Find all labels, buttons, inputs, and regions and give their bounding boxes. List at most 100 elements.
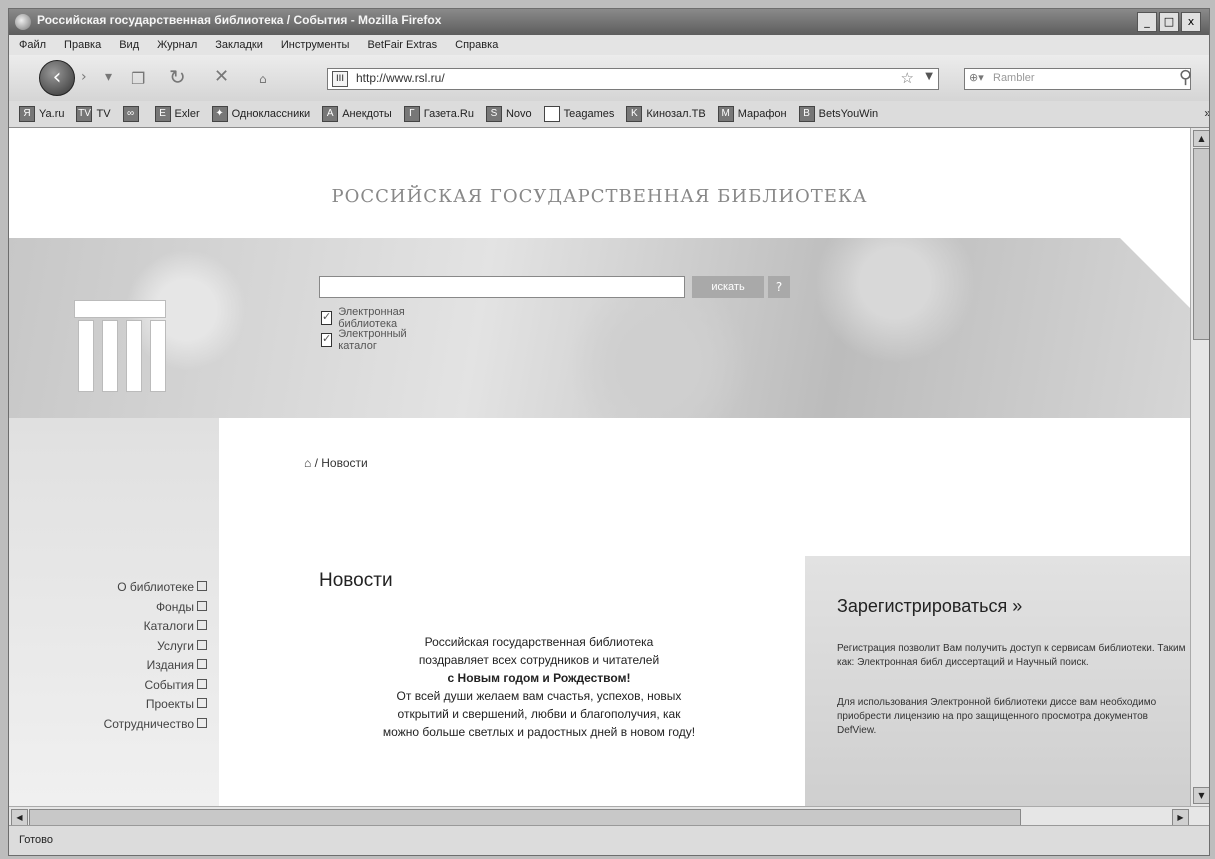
greeting-line: поздравляет всех сотрудников и читателей [418, 653, 660, 667]
site-search-input[interactable] [319, 276, 685, 298]
menu-tools[interactable]: Инструменты [281, 35, 350, 55]
checkbox-icon[interactable]: ✓ [321, 333, 333, 347]
scroll-down-icon[interactable]: ▼ [1193, 787, 1209, 804]
vertical-scrollbar[interactable]: ▲ ▼ [1190, 128, 1209, 806]
bookmark-item[interactable]: B BetsYouWin [798, 106, 878, 122]
page-icon [543, 106, 560, 122]
bookmark-label: Novo [505, 108, 532, 120]
bookmark-item[interactable]: Г Газета.Ru [403, 106, 474, 122]
search-icon[interactable]: ⚲ [1179, 67, 1192, 88]
search-box[interactable]: ⊕▾ Rambler ⚲ [964, 67, 1192, 90]
url-text[interactable]: http://www.rsl.ru/ [356, 71, 445, 85]
bookmark-star-icon[interactable]: ☆ [901, 69, 914, 87]
menu-history[interactable]: Журнал [157, 35, 197, 55]
bookmark-item[interactable]: TV TV [76, 106, 111, 122]
sidebar-item-about[interactable]: О библиотеке [9, 578, 209, 598]
stop-icon[interactable]: ✕ [214, 66, 229, 87]
sidebar-item-services[interactable]: Услуги [9, 637, 209, 657]
anekdoty-icon: A [322, 106, 339, 122]
tv-icon: TV [76, 106, 93, 122]
register-license-note: Для использования Электронной библиотеки… [837, 697, 1157, 736]
bookmark-label: Газета.Ru [423, 108, 474, 120]
page-icon[interactable]: ❐ [131, 69, 145, 88]
menu-betfair-extras[interactable]: BetFair Extras [367, 35, 437, 55]
title-bar: Российская государственная библиотека / … [9, 9, 1209, 35]
bookmark-item[interactable]: E Exler [154, 106, 200, 122]
home-icon[interactable]: ⌂ [304, 456, 311, 470]
menu-file[interactable]: Файл [19, 35, 46, 55]
menu-view[interactable]: Вид [119, 35, 139, 55]
bookmark-item[interactable]: M Марафон [717, 106, 787, 122]
expand-icon [197, 659, 207, 669]
greeting-text: Российская государственная библиотека по… [299, 633, 779, 741]
horizontal-scroll-thumb[interactable] [29, 809, 1021, 826]
status-text: Готово [19, 834, 53, 846]
bookmark-item[interactable]: Я Ya.ru [19, 106, 64, 122]
sidebar-item-projects[interactable]: Проекты [9, 695, 209, 715]
bookmark-label: TV [96, 108, 111, 120]
exler-icon: E [154, 106, 171, 122]
main-content: Новости Российская государственная библи… [219, 508, 805, 806]
search-help-button[interactable]: ? [768, 276, 790, 298]
scroll-up-icon[interactable]: ▲ [1193, 130, 1209, 147]
sidebar-item-catalogs[interactable]: Каталоги [9, 617, 209, 637]
breadcrumb: ⌂ / Новости [304, 456, 368, 470]
bookmark-item[interactable]: A Анекдоты [322, 106, 392, 122]
close-button[interactable]: x [1181, 12, 1201, 32]
scroll-right-icon[interactable]: ▶ [1172, 809, 1189, 826]
checkbox-e-catalog[interactable]: ✓ Электронный каталог [321, 328, 410, 352]
menu-bookmarks[interactable]: Закладки [215, 35, 263, 55]
bookmarks-toolbar: Я Ya.ru TV TV ∞ E Exler ✦ Одноклассники A Ане… [9, 101, 1209, 128]
home-icon[interactable]: ⌂ [259, 72, 267, 86]
bookmark-item[interactable]: ✦ Одноклассники [211, 106, 310, 122]
sidebar-item-funds[interactable]: Фонды [9, 598, 209, 618]
menu-help[interactable]: Справка [455, 35, 498, 55]
menu-edit[interactable]: Правка [64, 35, 101, 55]
library-logo[interactable] [64, 258, 174, 418]
bookmark-label: Кинозал.ТВ [646, 108, 706, 120]
bookmark-item[interactable]: S Novo [485, 106, 532, 122]
header-banner: искать ? ✓ Электронная библиотека ✓ Элек… [9, 238, 1190, 418]
vertical-scroll-thumb[interactable] [1193, 148, 1209, 340]
bookmark-item[interactable]: ∞ [122, 106, 143, 122]
sidebar-item-publications[interactable]: Издания [9, 656, 209, 676]
back-button[interactable]: ‹ [39, 60, 75, 96]
expand-icon [197, 639, 207, 650]
sidebar-item-label: События [144, 677, 194, 692]
search-placeholder[interactable]: Rambler [993, 72, 1035, 84]
sidebar-item-label: Услуги [157, 638, 194, 653]
bookmarks-overflow-button[interactable]: » [1204, 106, 1209, 120]
scroll-left-icon[interactable]: ◀ [11, 809, 28, 826]
sidebar-item-events[interactable]: События [9, 676, 209, 696]
breadcrumb-area: ⌂ / Новости [219, 418, 1190, 508]
gazeta-icon: Г [403, 106, 420, 122]
navigation-toolbar: ‹ › ▾ ❐ ↻ ✕ ⌂ III http://www.rsl.ru/ ☆ ▼… [9, 55, 1209, 101]
greeting-line-bold: с Новым годом и Рождеством! [447, 671, 631, 685]
search-engine-icon[interactable]: ⊕▾ [969, 71, 984, 84]
sidebar-item-label: Проекты [145, 697, 194, 711]
checkbox-label: Электронный каталог [338, 328, 407, 352]
page-title: Новости [319, 570, 393, 591]
bookmark-label: Марафон [737, 108, 787, 120]
site-search-button[interactable]: искать [692, 276, 764, 298]
checkbox-icon[interactable]: ✓ [321, 311, 333, 325]
sidebar-item-cooperation[interactable]: Сотрудничество [9, 715, 209, 735]
greeting-line: можно больше светлых и радостных дней в … [382, 725, 696, 739]
minimize-button[interactable]: _ [1137, 12, 1157, 32]
bookmark-item[interactable]: Teagames [543, 106, 614, 122]
maximize-button[interactable]: □ [1159, 12, 1179, 32]
url-dropdown-icon[interactable]: ▼ [925, 71, 933, 82]
site-header: РОССИЙСКАЯ ГОСУДАРСТВЕННАЯ БИБЛИОТЕКА [9, 128, 1190, 238]
logo-column [102, 320, 118, 392]
reload-icon[interactable]: ↻ [169, 65, 186, 89]
register-link[interactable]: Зарегистрироваться » [837, 596, 1022, 617]
checkbox-e-library[interactable]: ✓ Электронная библиотека [321, 306, 408, 330]
address-bar[interactable]: III http://www.rsl.ru/ ☆ ▼ [327, 68, 939, 90]
sidebar-item-label: Издания [146, 658, 194, 672]
forward-icon[interactable]: › [81, 69, 87, 85]
bookmark-item[interactable]: K Кинозал.ТВ [626, 106, 706, 122]
expand-icon [197, 581, 207, 591]
history-dropdown-icon[interactable]: ▾ [105, 69, 112, 85]
horizontal-scrollbar[interactable]: ◀ ▶ [9, 806, 1209, 826]
page-corner-fold [1120, 238, 1190, 308]
